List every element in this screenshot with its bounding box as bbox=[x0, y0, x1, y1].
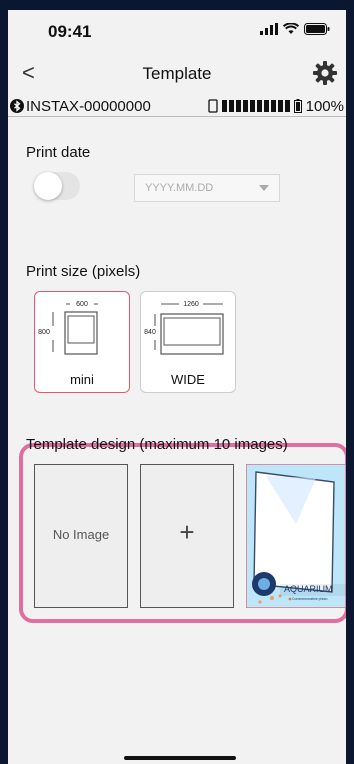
wide-height-label: 840 bbox=[144, 329, 156, 336]
print-date-toggle[interactable] bbox=[34, 172, 80, 200]
mini-height-label: 800 bbox=[38, 329, 50, 336]
template-add-button[interactable]: + bbox=[140, 464, 234, 608]
gear-icon[interactable] bbox=[312, 60, 338, 86]
mini-width-label: 600 bbox=[76, 301, 88, 308]
wide-caption: WIDE bbox=[171, 372, 205, 387]
device-frame: 09:41 < Template INSTAX-00000000 100% Pr… bbox=[0, 0, 354, 764]
signal-icon bbox=[260, 23, 278, 35]
home-indicator[interactable] bbox=[124, 756, 236, 760]
battery-percent: 100% bbox=[305, 97, 344, 115]
template-design-label: Template design (maximum 10 images) bbox=[26, 436, 288, 453]
print-size-label: Print size (pixels) bbox=[26, 263, 141, 280]
date-format-placeholder: YYYY.MM.DD bbox=[145, 182, 214, 194]
status-bar: 09:41 bbox=[8, 10, 346, 46]
aquarium-logo-subtext: Commemorative photo bbox=[292, 597, 327, 601]
printer-name: INSTAX-00000000 bbox=[26, 97, 151, 115]
aquarium-logo-text: AQUARIUM bbox=[284, 584, 333, 594]
bluetooth-icon bbox=[10, 99, 24, 113]
no-image-text: No Image bbox=[52, 527, 110, 542]
mini-size-diagram: 600 800 bbox=[38, 301, 98, 355]
charge-level-bars bbox=[221, 100, 290, 112]
template-tile-empty[interactable]: No Image bbox=[34, 464, 128, 608]
app-screen: 09:41 < Template INSTAX-00000000 100% Pr… bbox=[8, 10, 346, 764]
size-option-mini[interactable]: 600 800 mini bbox=[34, 291, 130, 393]
aquarium-template-thumbnail: AQUARIUM Commemorative photo bbox=[246, 464, 346, 608]
phone-icon bbox=[207, 99, 218, 113]
dropdown-caret-icon bbox=[259, 185, 269, 191]
printer-battery: 100% bbox=[207, 97, 344, 115]
mini-caption: mini bbox=[70, 372, 94, 387]
printer-battery-icon bbox=[293, 99, 302, 113]
status-time: 09:41 bbox=[48, 22, 92, 41]
template-tile-aquarium[interactable]: AQUARIUM Commemorative photo bbox=[246, 464, 346, 608]
plus-icon: + bbox=[179, 517, 195, 547]
toggle-knob bbox=[34, 172, 62, 200]
wide-size-diagram: 1260 840 bbox=[144, 301, 224, 355]
size-option-wide[interactable]: 1260 840 WIDE bbox=[140, 291, 236, 393]
battery-icon bbox=[304, 23, 330, 35]
wifi-icon bbox=[283, 23, 299, 34]
page-title: Template bbox=[142, 64, 212, 83]
printer-status-bar: INSTAX-00000000 100% bbox=[8, 96, 346, 117]
wide-width-label: 1260 bbox=[183, 301, 199, 308]
print-date-label: Print date bbox=[26, 144, 91, 161]
date-format-select[interactable]: YYYY.MM.DD bbox=[134, 174, 280, 202]
nav-bar: < Template bbox=[8, 56, 346, 96]
status-icons bbox=[260, 23, 330, 35]
